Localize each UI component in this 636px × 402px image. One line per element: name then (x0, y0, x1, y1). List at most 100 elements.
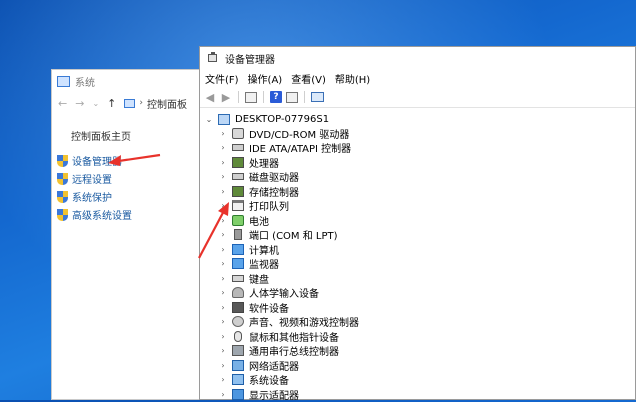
properties-icon[interactable] (245, 91, 257, 103)
tree-item-ide[interactable]: › IDE ATA/ATAPI 控制器 (218, 141, 351, 155)
collapsed-chevron-icon[interactable]: › (218, 361, 228, 370)
collapsed-chevron-icon[interactable]: › (218, 201, 228, 210)
sidebar-item-label[interactable]: 远程设置 (72, 171, 112, 186)
tree-item-label: 端口 (COM 和 LPT) (249, 231, 338, 242)
toolbar-separator (263, 91, 264, 103)
monitor-icon[interactable] (311, 92, 324, 102)
tree-item-label: 存储控制器 (249, 187, 299, 199)
disk-drive-icon (232, 173, 244, 180)
breadcrumb[interactable]: › 控制面板 (124, 96, 187, 111)
usb-icon (232, 345, 244, 356)
menu-help[interactable]: 帮助(H) (335, 71, 370, 86)
menu-view[interactable]: 查看(V) (291, 71, 326, 86)
collapsed-chevron-icon[interactable]: › (218, 158, 228, 167)
up-arrow-icon[interactable]: ↑ (107, 97, 116, 110)
back-arrow-icon[interactable]: ← (58, 97, 67, 110)
tree-item-print-queue[interactable]: › 打印队列 (218, 199, 289, 213)
ide-controller-icon (232, 144, 244, 151)
collapsed-chevron-icon[interactable]: › (218, 187, 228, 196)
system-window-title: 系统 (75, 77, 95, 89)
device-manager-window: 设备管理器 文件(F) 操作(A) 查看(V) 帮助(H) ◀ ▶ ? ⌄ DE… (199, 46, 636, 402)
mouse-icon (234, 330, 242, 342)
collapsed-chevron-icon[interactable]: › (218, 346, 228, 355)
tree-item-label: 计算机 (249, 245, 279, 257)
tree-item-keyboard[interactable]: › 键盘 (218, 271, 269, 286)
sidebar-item-remote-settings[interactable]: 远程设置 (57, 171, 112, 186)
tree-item-label: 软件设备 (249, 303, 289, 315)
collapsed-chevron-icon[interactable]: › (218, 317, 228, 326)
tree-item-label: 系统设备 (249, 376, 289, 387)
toolbar-separator (304, 91, 305, 103)
expanded-chevron-icon[interactable]: ⌄ (204, 115, 214, 124)
collapsed-chevron-icon[interactable]: › (218, 245, 228, 254)
shield-icon (57, 172, 68, 185)
tree-item-display[interactable]: › 显示适配器 (218, 387, 299, 402)
collapsed-chevron-icon[interactable]: › (218, 390, 228, 399)
collapsed-chevron-icon[interactable]: › (218, 143, 228, 152)
menu-file[interactable]: 文件(F) (205, 71, 239, 86)
display-adapter-icon (232, 388, 244, 400)
collapsed-chevron-icon[interactable]: › (218, 303, 228, 312)
printer-icon (232, 200, 244, 211)
collapsed-chevron-icon[interactable]: › (218, 332, 228, 341)
collapsed-chevron-icon[interactable]: › (218, 216, 228, 225)
console-tree-icon[interactable] (286, 91, 298, 103)
tree-item-sound[interactable]: › 声音、视频和游戏控制器 (218, 315, 359, 329)
device-manager-title-bar: 设备管理器 (200, 47, 635, 69)
tree-item-processor[interactable]: › 处理器 (218, 155, 279, 170)
tree-item-computer[interactable]: › 计算机 (218, 242, 279, 257)
sidebar-item-label[interactable]: 设备管理器 (72, 153, 122, 168)
tree-item-ports[interactable]: › 端口 (COM 和 LPT) (218, 228, 338, 242)
network-adapter-icon (232, 359, 244, 371)
keyboard-icon (232, 274, 244, 282)
tree-item-label: DVD/CD-ROM 驱动器 (249, 129, 350, 141)
control-panel-icon (124, 98, 136, 108)
tree-item-usb[interactable]: › 通用串行总线控制器 (218, 344, 339, 358)
tree-item-software[interactable]: › 软件设备 (218, 300, 289, 315)
tree-item-system[interactable]: › 系统设备 (218, 373, 289, 387)
tree-item-label: IDE ATA/ATAPI 控制器 (249, 144, 352, 155)
port-icon (234, 229, 242, 240)
tree-item-disk[interactable]: › 磁盘驱动器 (218, 170, 299, 184)
speaker-icon (232, 316, 244, 327)
computer-icon (218, 113, 230, 125)
dropdown-chevron-icon[interactable]: ⌄ (92, 99, 99, 108)
collapsed-chevron-icon[interactable]: › (218, 259, 228, 268)
device-manager-title: 设备管理器 (225, 54, 275, 66)
sidebar-item-advanced-settings[interactable]: 高级系统设置 (57, 207, 132, 222)
tree-item-dvd[interactable]: › DVD/CD-ROM 驱动器 (218, 126, 350, 141)
system-window-icon (57, 75, 70, 87)
tree-item-label: 声音、视频和游戏控制器 (249, 318, 359, 329)
sidebar-item-label[interactable]: 系统保护 (72, 189, 112, 204)
tree-root-node[interactable]: ⌄ DESKTOP-07796S1 (204, 112, 329, 126)
collapsed-chevron-icon[interactable]: › (218, 375, 228, 384)
tree-item-label: 人体学输入设备 (249, 289, 319, 300)
tree-item-monitor[interactable]: › 监视器 (218, 257, 279, 271)
battery-icon (232, 214, 244, 226)
collapsed-chevron-icon[interactable]: › (218, 274, 228, 283)
sidebar-item-system-protection[interactable]: 系统保护 (57, 189, 112, 204)
tree-item-hid[interactable]: › 人体学输入设备 (218, 286, 319, 300)
sidebar-item-label[interactable]: 高级系统设置 (72, 207, 132, 222)
collapsed-chevron-icon[interactable]: › (218, 230, 228, 239)
tree-item-battery[interactable]: › 电池 (218, 213, 269, 228)
collapsed-chevron-icon[interactable]: › (218, 288, 228, 297)
device-manager-icon (207, 52, 219, 64)
software-device-icon (232, 301, 244, 313)
breadcrumb-control-panel[interactable]: 控制面板 (147, 96, 187, 111)
forward-arrow-icon[interactable]: → (75, 97, 84, 110)
menu-action[interactable]: 操作(A) (248, 71, 283, 86)
help-icon[interactable]: ? (270, 91, 282, 103)
tree-item-network[interactable]: › 网络适配器 (218, 358, 299, 373)
root-label: DESKTOP-07796S1 (235, 113, 330, 125)
forward-arrow-icon[interactable]: ▶ (220, 91, 232, 104)
tree-item-label: 网络适配器 (249, 361, 299, 373)
control-panel-home-link[interactable]: 控制面板主页 (71, 128, 131, 143)
sidebar-item-device-manager[interactable]: 设备管理器 (57, 153, 122, 168)
back-arrow-icon[interactable]: ◀ (204, 91, 216, 104)
tree-item-mouse[interactable]: › 鼠标和其他指针设备 (218, 329, 339, 344)
tree-item-storage[interactable]: › 存储控制器 (218, 184, 299, 199)
collapsed-chevron-icon[interactable]: › (218, 172, 228, 181)
collapsed-chevron-icon[interactable]: › (218, 129, 228, 138)
monitor-icon (232, 258, 244, 269)
